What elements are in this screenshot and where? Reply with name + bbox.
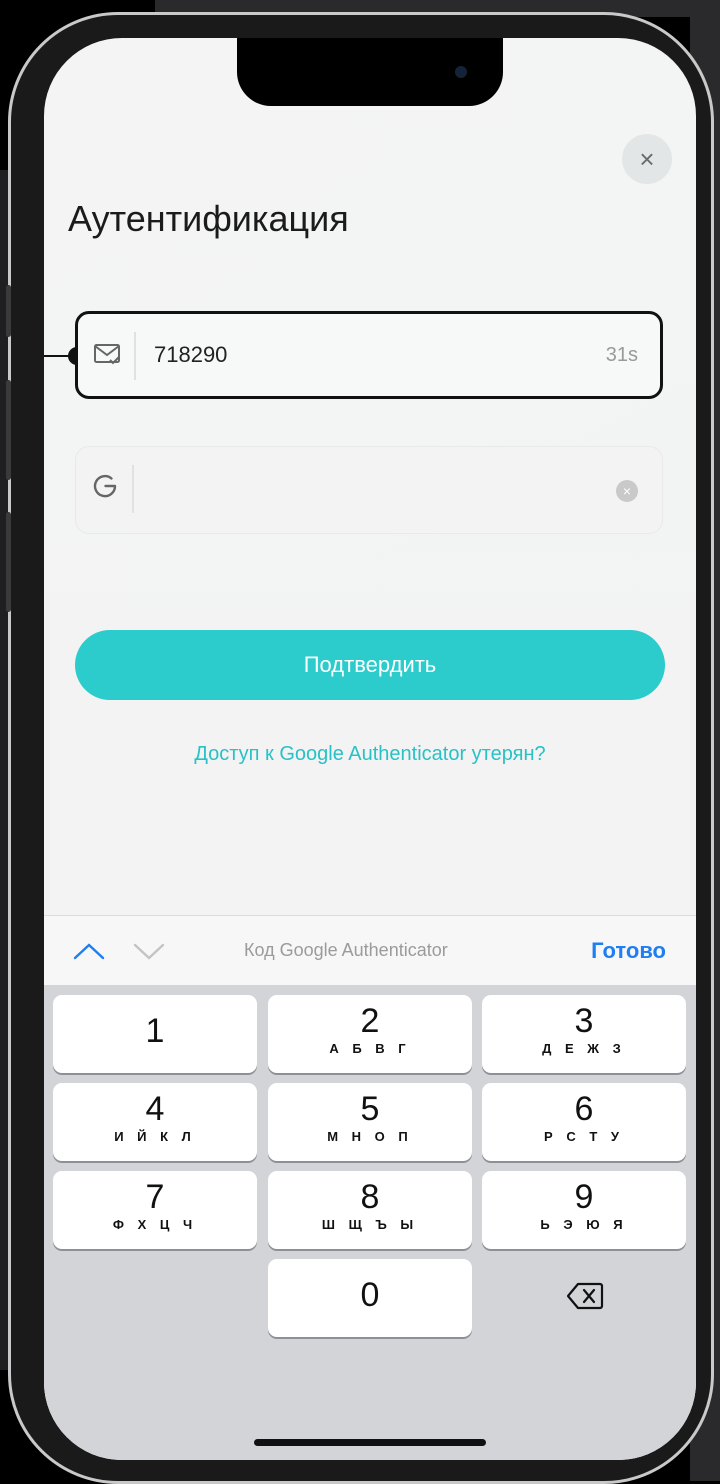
phone-screen: × Аутентификация 718290 31s × Подтвердит…	[44, 38, 696, 1460]
backspace-icon	[566, 1282, 604, 1310]
numeric-keypad: 1 2 А Б В Г 3 Д Е Ж З 4 И Й К Л 5 М Н О …	[44, 985, 696, 1460]
lost-access-link[interactable]: Доступ к Google Authenticator утерян?	[44, 743, 696, 766]
keyboard-hint: Код Google Authenticator	[244, 940, 448, 960]
email-code-value: 718290	[154, 342, 228, 367]
key-9[interactable]: 9 Ь Э Ю Я	[482, 1171, 686, 1249]
key-4[interactable]: 4 И Й К Л	[53, 1083, 257, 1161]
key-6[interactable]: 6 Р С Т У	[482, 1083, 686, 1161]
side-button-volume-up	[6, 380, 11, 480]
mail-check-icon	[94, 344, 120, 365]
google-code-field[interactable]: ×	[75, 446, 663, 534]
key-7[interactable]: 7 Ф Х Ц Ч	[53, 1171, 257, 1249]
key-0[interactable]: 0	[268, 1259, 472, 1337]
key-2[interactable]: 2 А Б В Г	[268, 995, 472, 1073]
close-icon: ×	[639, 144, 655, 174]
side-button-volume-down	[6, 512, 11, 612]
key-8[interactable]: 8 Ш Щ Ъ Ы	[268, 1171, 472, 1249]
key-1[interactable]: 1	[53, 995, 257, 1073]
done-button[interactable]: Готово	[591, 938, 666, 964]
notch	[237, 38, 503, 106]
key-3[interactable]: 3 Д Е Ж З	[482, 995, 686, 1073]
page-title: Аутентификация	[68, 198, 349, 239]
clear-icon[interactable]: ×	[616, 480, 638, 502]
key-5[interactable]: 5 М Н О П	[268, 1083, 472, 1161]
backspace-key[interactable]	[482, 1259, 686, 1337]
camera-icon	[455, 66, 467, 78]
home-indicator[interactable]	[254, 1439, 486, 1446]
close-button[interactable]: ×	[622, 134, 672, 184]
chevron-down-icon[interactable]	[132, 934, 166, 968]
keyboard-toolbar: Код Google Authenticator Готово	[44, 915, 696, 986]
google-g-icon	[93, 474, 117, 498]
email-code-field[interactable]: 718290 31s	[75, 311, 663, 399]
side-button-mute	[6, 285, 11, 337]
chevron-up-icon[interactable]	[72, 934, 106, 968]
resend-timer: 31s	[605, 344, 638, 366]
confirm-button[interactable]: Подтвердить	[75, 630, 665, 700]
